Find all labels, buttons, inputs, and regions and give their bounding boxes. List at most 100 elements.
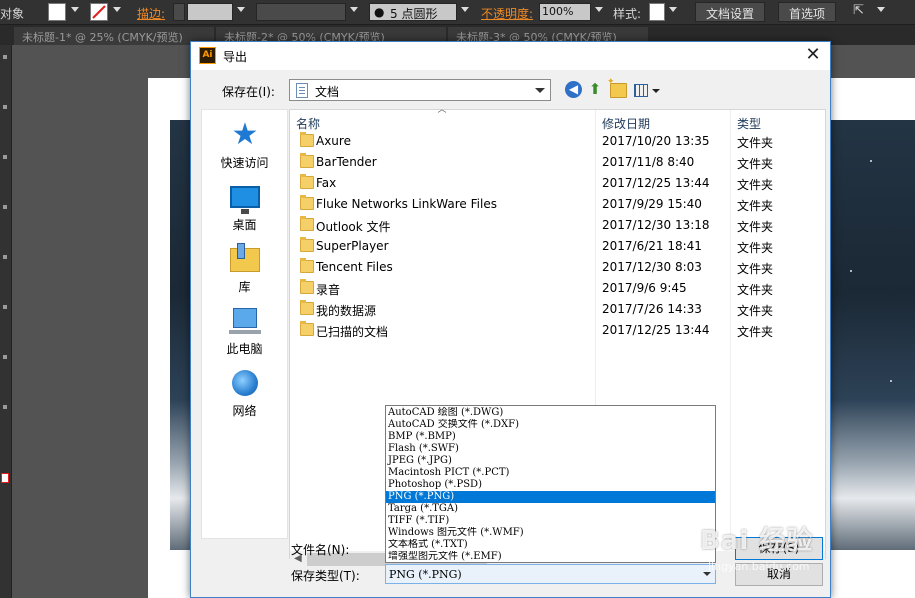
folder-icon [300,174,314,189]
watermark-text: Bai 经验 [700,526,814,556]
up-folder-icon[interactable]: ⬆ [587,81,603,98]
style-swatch[interactable] [649,3,665,21]
type-option[interactable]: AutoCAD 绘图 (*.DWG) [386,407,715,419]
preferences-button[interactable]: 首选项 [778,2,837,22]
file-name-label: 文件名(N): [291,543,350,557]
place-network[interactable]: 网络 [202,366,287,426]
view-menu-icon[interactable] [634,84,648,97]
fill-dropdown-icon[interactable] [71,7,79,12]
save-type-dropdown-list: AutoCAD 绘图 (*.DWG) AutoCAD 交换文件 (*.DXF) … [385,405,716,563]
type-option[interactable]: Macintosh PICT (*.PCT) [386,467,715,479]
file-row[interactable]: Outlook 文件 2017/12/30 13:18 文件夹 [290,215,825,236]
save-in-dropdown[interactable]: 文档 [289,79,551,101]
type-option[interactable]: TIFF (*.TIF) [386,515,715,527]
tool-icon[interactable] [3,55,7,59]
desktop-icon [230,186,260,214]
file-row[interactable]: 录音 2017/9/6 9:45 文件夹 [290,278,825,299]
document-setup-button[interactable]: 文档设置 [695,2,766,22]
tool-icon[interactable] [3,205,7,209]
tool-icon[interactable] [3,355,7,359]
type-option[interactable]: Targa (*.TGA) [386,503,715,515]
doc-tab[interactable]: 未标题-1* @ 25% (CMYK/预览) [14,27,214,45]
file-row[interactable]: Tencent Files 2017/12/30 8:03 文件夹 [290,257,825,278]
file-name: Fluke Networks LinkWare Files [316,197,497,211]
file-date: 2017/12/25 13:44 [602,323,710,337]
tool-icon[interactable] [3,305,7,309]
place-library[interactable]: 库 [202,242,287,302]
column-header-type[interactable]: 类型 [737,115,761,132]
column-header-name[interactable]: 名称 [296,115,320,132]
brush-dropdown[interactable]: ● 5 点圆形 [369,3,457,21]
stroke-weight-stepper[interactable] [173,3,185,21]
chevron-down-icon[interactable] [535,88,545,93]
file-date: 2017/9/29 15:40 [602,197,702,211]
view-menu-caret-icon[interactable] [652,89,660,93]
file-type: 文件夹 [737,178,774,192]
file-row[interactable]: BarTender 2017/11/8 8:40 文件夹 [290,152,825,173]
close-icon[interactable]: ✕ [802,44,824,66]
save-type-select[interactable]: PNG (*.PNG) [385,564,716,584]
file-date: 2017/12/30 8:03 [602,260,702,274]
brush-value: 5 点圆形 [390,7,438,21]
stroke-weight-input[interactable] [187,3,233,21]
stroke-label[interactable]: 描边: [137,5,165,22]
save-type-value: PNG (*.PNG) [389,568,462,581]
file-type: 文件夹 [737,220,774,234]
type-option-selected[interactable]: PNG (*.PNG) [386,491,715,503]
file-type: 文件夹 [737,157,774,171]
fill-stroke-icon[interactable] [1,473,9,483]
file-row[interactable]: Fax 2017/12/25 13:44 文件夹 [290,173,825,194]
arrange-caret-icon[interactable] [877,7,885,12]
computer-icon [229,308,261,334]
file-row[interactable]: Fluke Networks LinkWare Files 2017/9/29 … [290,194,825,215]
opacity-value: 100% [542,5,574,18]
opacity-caret-icon[interactable] [595,7,603,12]
data-source-folder-icon [300,300,314,315]
tool-icon[interactable] [3,155,7,159]
brush-caret-icon[interactable] [461,7,469,12]
object-label: 对象 [0,7,25,21]
file-row[interactable]: SuperPlayer 2017/6/21 18:41 文件夹 [290,236,825,257]
variable-width-dropdown[interactable] [256,3,346,21]
tool-icon[interactable] [3,105,7,109]
stroke-swatch[interactable] [90,3,108,21]
tool-icon[interactable] [3,255,7,259]
file-name: 已扫描的文档 [316,325,389,339]
file-name: Axure [316,134,351,148]
place-label: 此电脑 [226,342,263,356]
type-option[interactable]: 增强型图元文件 (*.EMF) [386,551,715,563]
variable-width-caret-icon[interactable] [350,7,358,12]
style-caret-icon[interactable] [669,7,677,12]
type-option[interactable]: AutoCAD 交换文件 (*.DXF) [386,419,715,431]
stroke-dropdown-icon[interactable] [113,7,121,12]
type-option[interactable]: BMP (*.BMP) [386,431,715,443]
opacity-input[interactable]: 100% [539,3,591,21]
type-option[interactable]: 文本格式 (*.TXT) [386,539,715,551]
arrange-icon[interactable]: ⇱ [853,3,864,18]
back-icon[interactable]: ◀ [565,81,582,98]
folder-icon [300,153,314,168]
save-in-value: 文档 [315,85,340,99]
type-option[interactable]: Photoshop (*.PSD) [386,479,715,491]
place-desktop[interactable]: 桌面 [202,180,287,240]
save-in-label: 保存在(I): [222,85,275,99]
place-this-pc[interactable]: 此电脑 [202,304,287,364]
fill-swatch[interactable] [48,3,66,21]
type-option[interactable]: Flash (*.SWF) [386,443,715,455]
dialog-titlebar[interactable]: Ai 导出 ✕ [191,42,830,70]
tool-icon[interactable] [3,405,7,409]
stroke-weight-dropdown-icon[interactable] [237,7,245,12]
type-option[interactable]: JPEG (*.JPG) [386,455,715,467]
brush-dot-icon: ● [374,5,385,19]
type-option[interactable]: Windows 图元文件 (*.WMF) [386,527,715,539]
place-quick-access[interactable]: ★ 快速访问 [202,118,287,178]
file-row[interactable]: 我的数据源 2017/7/26 14:33 文件夹 [290,299,825,320]
opacity-label[interactable]: 不透明度: [481,5,533,22]
new-folder-icon[interactable] [607,77,627,98]
file-row[interactable]: 已扫描的文档 2017/12/25 13:44 文件夹 [290,320,825,341]
file-row[interactable]: Axure 2017/10/20 13:35 文件夹 [290,131,825,152]
file-date: 2017/10/20 13:35 [602,134,710,148]
column-header-date[interactable]: 修改日期 [602,115,650,132]
dialog-title: 导出 [223,50,248,64]
no-stroke-icon [92,5,106,19]
